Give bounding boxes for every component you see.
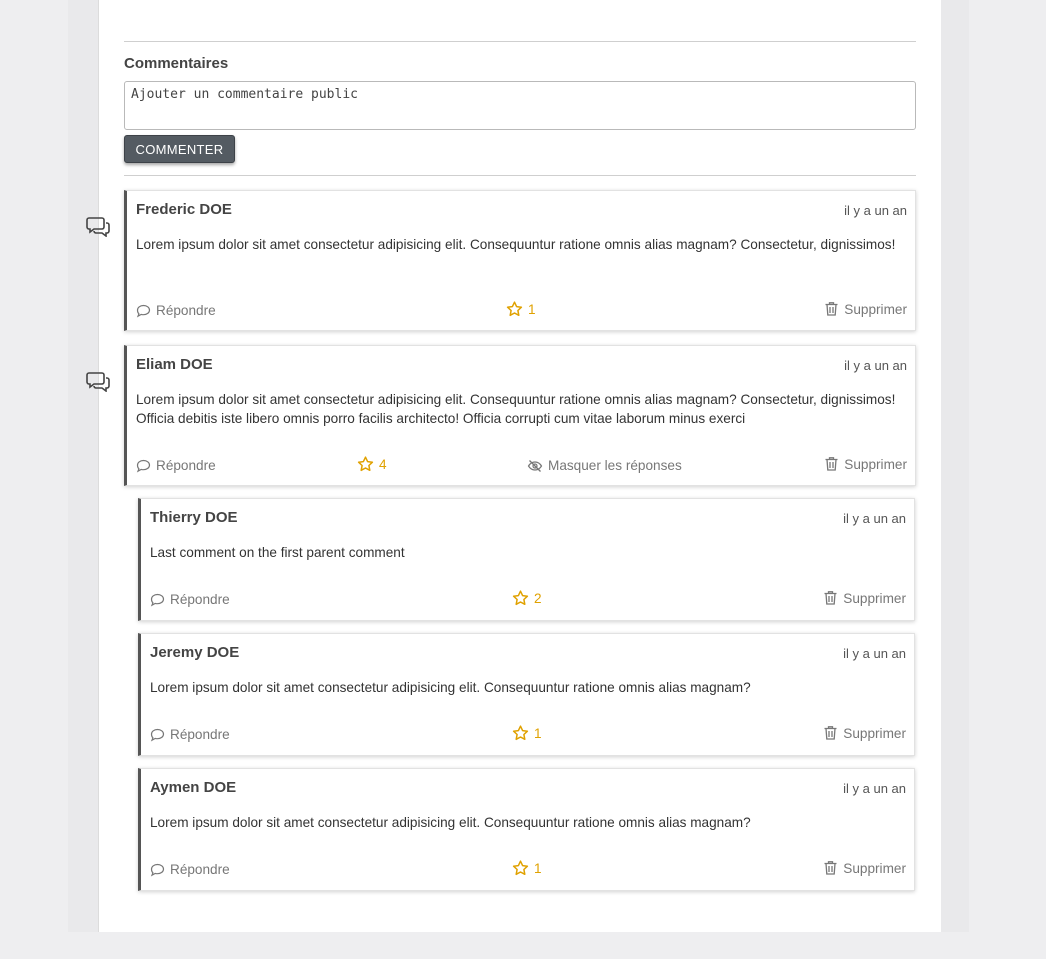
reply-card: Thierry DOE il y a un an Last comment on… <box>138 498 915 621</box>
star-rating-button[interactable]: 1 <box>506 301 536 317</box>
comment-text: Last comment on the first parent comment <box>150 545 405 560</box>
delete-button[interactable]: Supprimer <box>824 456 907 472</box>
comment-text: Lorem ipsum dolor sit amet consectetur a… <box>150 815 751 830</box>
reply-button[interactable]: Répondre <box>150 862 230 877</box>
divider <box>124 41 916 42</box>
comment-card: Frederic DOE il y a un an Lorem ipsum do… <box>124 190 916 331</box>
reply-button[interactable]: Répondre <box>150 592 230 607</box>
comment-author: Thierry DOE <box>150 509 238 526</box>
star-rating-button[interactable]: 1 <box>512 725 542 741</box>
speech-bubble-icon <box>150 728 165 741</box>
trash-icon <box>824 591 837 605</box>
delete-label: Supprimer <box>843 590 906 606</box>
trash-icon <box>825 302 838 316</box>
submit-comment-button[interactable]: COMMENTER <box>124 135 235 163</box>
delete-button[interactable]: Supprimer <box>823 590 906 606</box>
star-rating-button[interactable]: 4 <box>357 456 387 472</box>
comment-time: il y a un an <box>843 646 906 661</box>
star-count: 1 <box>534 860 542 876</box>
comment-text: Lorem ipsum dolor sit amet consectetur a… <box>136 392 896 426</box>
comment-author: Jeremy DOE <box>150 644 240 661</box>
trash-icon <box>824 726 837 740</box>
reply-label: Répondre <box>156 303 216 318</box>
star-icon <box>512 725 529 741</box>
comment-text: Lorem ipsum dolor sit amet consectetur a… <box>136 237 896 252</box>
star-rating-button[interactable]: 2 <box>512 590 542 606</box>
comment-card: Eliam DOE il y a un an Lorem ipsum dolor… <box>124 345 916 486</box>
comments-icon <box>86 217 110 237</box>
delete-button[interactable]: Supprimer <box>824 301 907 317</box>
comment-author: Frederic DOE <box>136 201 232 218</box>
delete-label: Supprimer <box>844 456 907 472</box>
delete-button[interactable]: Supprimer <box>823 860 906 876</box>
comment-author: Aymen DOE <box>150 779 237 796</box>
star-count: 1 <box>534 725 542 741</box>
delete-label: Supprimer <box>843 725 906 741</box>
delete-label: Supprimer <box>844 301 907 317</box>
reply-button[interactable]: Répondre <box>150 727 230 742</box>
star-icon <box>512 590 529 606</box>
star-rating-button[interactable]: 1 <box>512 860 542 876</box>
reply-label: Répondre <box>156 458 216 473</box>
reply-label: Répondre <box>170 592 230 607</box>
star-icon <box>357 456 374 472</box>
reply-label: Répondre <box>170 727 230 742</box>
star-count: 2 <box>534 590 542 606</box>
reply-button[interactable]: Répondre <box>136 458 216 473</box>
star-count: 4 <box>379 456 387 472</box>
delete-button[interactable]: Supprimer <box>823 725 906 741</box>
hide-replies-button[interactable]: Masquer les réponses <box>527 458 682 473</box>
comment-time: il y a un an <box>843 781 906 796</box>
speech-bubble-icon <box>136 304 151 317</box>
comments-title: Commentaires <box>124 55 229 72</box>
trash-icon <box>824 861 837 875</box>
speech-bubble-icon <box>150 863 165 876</box>
speech-bubble-icon <box>136 459 151 472</box>
speech-bubble-icon <box>150 593 165 606</box>
eye-slash-icon <box>527 459 543 472</box>
reply-button[interactable]: Répondre <box>136 303 216 318</box>
reply-label: Répondre <box>170 862 230 877</box>
reply-card: Jeremy DOE il y a un an Lorem ipsum dolo… <box>138 633 915 756</box>
star-count: 1 <box>528 301 536 317</box>
comment-time: il y a un an <box>844 358 907 373</box>
trash-icon <box>825 457 838 471</box>
comment-time: il y a un an <box>844 203 907 218</box>
star-icon <box>512 860 529 876</box>
divider <box>124 175 916 176</box>
comment-time: il y a un an <box>843 511 906 526</box>
hide-replies-label: Masquer les réponses <box>548 458 682 473</box>
delete-label: Supprimer <box>843 860 906 876</box>
reply-card: Aymen DOE il y a un an Lorem ipsum dolor… <box>138 768 915 891</box>
comment-input[interactable] <box>124 81 916 130</box>
star-icon <box>506 301 523 317</box>
comments-icon <box>86 372 110 392</box>
comment-author: Eliam DOE <box>136 356 213 373</box>
comment-text: Lorem ipsum dolor sit amet consectetur a… <box>150 680 751 695</box>
